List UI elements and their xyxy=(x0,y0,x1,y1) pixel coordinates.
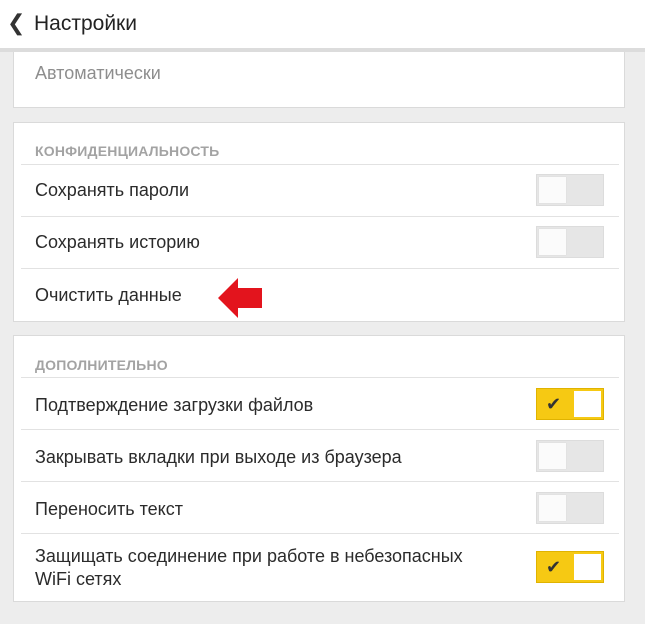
wrap-text-label: Переносить текст xyxy=(35,499,183,519)
chevron-left-icon[interactable]: ❮ xyxy=(7,10,25,36)
privacy-section: КОНФИДЕНЦИАЛЬНОСТЬ Сохранять пароли Сохр… xyxy=(13,122,625,322)
search-engine-card[interactable]: Автоматически xyxy=(13,52,625,108)
privacy-section-heading: КОНФИДЕНЦИАЛЬНОСТЬ xyxy=(35,143,220,159)
protect-wifi-label-line1: Защищать соединение при работе в небезоп… xyxy=(35,546,463,566)
search-engine-value: Автоматически xyxy=(35,63,161,83)
check-icon: ✔ xyxy=(546,557,562,577)
app-header: ❮ Настройки xyxy=(0,0,645,52)
toggle-knob xyxy=(574,554,601,580)
protect-wifi-label-line2: WiFi сетях xyxy=(35,569,122,589)
red-arrow-left-icon xyxy=(218,278,262,318)
additional-section-heading: ДОПОЛНИТЕЛЬНО xyxy=(35,357,168,373)
divider xyxy=(21,533,619,534)
toggle-knob xyxy=(539,443,566,469)
close-tabs-toggle[interactable] xyxy=(536,440,604,472)
divider xyxy=(21,216,619,217)
confirm-downloads-label: Подтверждение загрузки файлов xyxy=(35,395,314,415)
page-title: Настройки xyxy=(34,12,137,35)
toggle-knob xyxy=(539,177,566,203)
check-icon: ✔ xyxy=(546,394,562,414)
divider xyxy=(21,481,619,482)
confirm-downloads-toggle[interactable]: ✔ xyxy=(536,388,604,420)
toggle-knob xyxy=(539,229,566,255)
divider xyxy=(21,268,619,269)
save-passwords-toggle[interactable] xyxy=(536,174,604,206)
save-passwords-label: Сохранять пароли xyxy=(35,180,190,200)
protect-wifi-toggle[interactable]: ✔ xyxy=(536,551,604,583)
wrap-text-toggle[interactable] xyxy=(536,492,604,524)
toggle-knob xyxy=(539,495,566,521)
divider xyxy=(21,164,619,165)
toggle-knob xyxy=(574,391,601,417)
divider xyxy=(21,429,619,430)
close-tabs-label: Закрывать вкладки при выходе из браузера xyxy=(35,447,402,467)
save-history-toggle[interactable] xyxy=(536,226,604,258)
divider xyxy=(21,377,619,378)
save-history-label: Сохранять историю xyxy=(35,232,200,252)
additional-section: ДОПОЛНИТЕЛЬНО Подтверждение загрузки фай… xyxy=(13,335,625,602)
clear-data-label[interactable]: Очистить данные xyxy=(35,284,182,306)
